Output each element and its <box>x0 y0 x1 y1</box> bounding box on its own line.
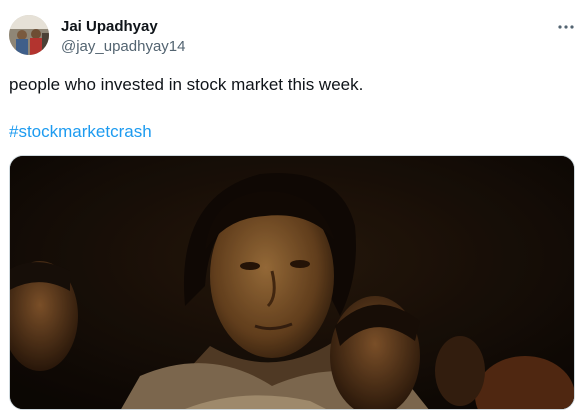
more-horizontal-icon <box>558 25 574 29</box>
tweet-card: Jai Upadhyay @jay_upadhyay14 people who … <box>0 0 583 417</box>
author-avatar[interactable] <box>9 15 49 55</box>
movie-still-image <box>10 156 574 409</box>
author-handle[interactable]: @jay_upadhyay14 <box>61 38 185 56</box>
author-display-name[interactable]: Jai Upadhyay <box>61 18 158 36</box>
tweet-text: people who invested in stock market this… <box>9 75 364 94</box>
tweet-media-image[interactable] <box>9 155 575 410</box>
more-options-button[interactable] <box>556 17 576 37</box>
hashtag-link[interactable]: #stockmarketcrash <box>9 121 152 143</box>
profile-photo-icon <box>9 15 49 55</box>
